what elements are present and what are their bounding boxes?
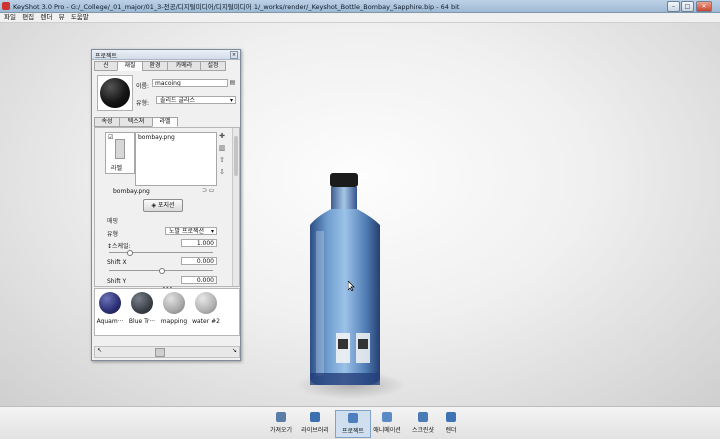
animation-icon [382, 412, 392, 422]
material-name-field[interactable]: macoing [152, 79, 228, 87]
project-button[interactable]: 프로젝트 [335, 410, 371, 438]
animation-label: 애니메이션 [373, 427, 401, 434]
menu-render[interactable]: 렌더 [40, 13, 52, 22]
move-down-icon[interactable]: ⇩ [218, 168, 226, 176]
bottom-toolbar: 가져오기 라이브러리 프로젝트 애니메이션 스크린샷 렌더 [0, 406, 720, 439]
save-material-icon[interactable]: ▤ [229, 79, 236, 86]
material-preview-sphere [100, 78, 130, 108]
menu-edit[interactable]: 편집 [22, 13, 34, 22]
menu-help[interactable]: 도움말 [71, 13, 89, 22]
delete-label-icon[interactable]: ▥ [218, 144, 226, 152]
menu-view[interactable]: 뷰 [59, 13, 65, 22]
maximize-button[interactable]: □ [681, 1, 694, 12]
shift-y-label: Shift Y [107, 278, 127, 285]
close-button[interactable]: ✕ [696, 1, 712, 12]
swatch-label: water #2 [192, 318, 220, 325]
labels-scrollbar[interactable] [232, 128, 239, 286]
material-subtabs: 속성 텍스쳐 라벨 [94, 117, 238, 127]
minimize-button[interactable]: – [667, 1, 680, 12]
tab-textures[interactable]: 텍스쳐 [119, 117, 153, 127]
swatch-aquamarine[interactable] [99, 292, 121, 314]
mapping-header: 매핑 [107, 218, 119, 225]
project-label: 프로젝트 [341, 428, 365, 435]
panel-close-icon[interactable]: × [230, 51, 238, 59]
zoom-in-icon[interactable]: ↘ [232, 347, 237, 354]
label-list[interactable]: bombay.png [135, 132, 217, 186]
position-label: 포지션 [157, 202, 175, 209]
swatch-water[interactable] [195, 292, 217, 314]
chevron-down-icon: ▾ [229, 97, 233, 104]
label-box-caption: 라벨 [111, 165, 123, 172]
thumbnail-size-slider[interactable]: ↖ ↘ [94, 346, 240, 358]
tab-scene[interactable]: 신 [94, 61, 118, 71]
library-button[interactable]: 라이브러리 [298, 410, 332, 436]
menu-bar: 파일 편집 렌더 뷰 도움말 [0, 13, 720, 23]
scrollbar-thumb[interactable] [234, 136, 238, 176]
mapping-type-value: 노말 프로젝션 [169, 228, 205, 235]
mapping-type-label: 유형 [107, 231, 119, 238]
list-item[interactable]: bombay.png [138, 134, 175, 141]
tab-labels[interactable]: 라벨 [152, 117, 178, 127]
window-title: KeyShot 3.0 Pro - G:/_College/_01_major/… [13, 3, 460, 11]
tab-settings[interactable]: 설정 [200, 61, 226, 71]
panel-title: 프로젝트 [95, 53, 118, 60]
scale-slider-track[interactable] [109, 252, 213, 253]
bottle-render [296, 173, 406, 399]
swatch-label: mapping [160, 318, 188, 325]
tab-environment[interactable]: 환경 [142, 61, 168, 71]
label-thumbnail[interactable]: ☑ 라벨 [105, 132, 135, 174]
tab-properties[interactable]: 속성 [94, 117, 120, 127]
shift-y-field[interactable]: 0.000 [181, 276, 217, 284]
library-icon [310, 412, 320, 422]
title-bar: KeyShot 3.0 Pro - G:/_College/_01_major/… [0, 0, 720, 13]
shift-x-field[interactable]: 0.000 [181, 257, 217, 265]
render-label: 렌더 [445, 427, 457, 434]
tab-material[interactable]: 재질 [117, 61, 143, 71]
swatch-label: Aquam··· [96, 318, 124, 325]
import-icon [276, 412, 286, 422]
label-preview-icon [115, 139, 125, 159]
scale-field[interactable]: 1.000 [181, 239, 217, 247]
name-label: 이름: [136, 83, 150, 90]
label-file-name: bombay.png [113, 188, 150, 195]
scale-label: ↕스케일: [107, 243, 131, 250]
scale-slider-knob[interactable] [127, 250, 133, 256]
import-label: 가져오기 [269, 427, 293, 434]
move-up-icon[interactable]: ⇧ [218, 156, 226, 164]
project-panel[interactable]: 프로젝트 × 신 재질 환경 카메라 설정 이름: macoing ▤ 유형: … [91, 49, 241, 361]
zoom-out-icon[interactable]: ↖ [97, 347, 102, 354]
link-icon[interactable]: ⊃ [201, 187, 208, 194]
position-button[interactable]: ◈ 포지션 [143, 199, 183, 212]
type-label: 유형: [136, 100, 150, 107]
mouse-cursor-icon [348, 281, 355, 291]
add-label-icon[interactable]: ✚ [218, 132, 226, 140]
render-icon [446, 412, 456, 422]
material-type-value: 솔리드 글라스 [160, 97, 196, 104]
shift-x-slider-knob[interactable] [159, 268, 165, 274]
screenshot-icon [418, 412, 428, 422]
material-type-select[interactable]: 솔리드 글라스 ▾ [156, 96, 236, 104]
swatch-mapping[interactable] [163, 292, 185, 314]
import-button[interactable]: 가져오기 [264, 410, 298, 436]
tab-camera[interactable]: 카메라 [167, 61, 201, 71]
swatch-blue-translucent[interactable] [131, 292, 153, 314]
shift-x-label: Shift X [107, 259, 127, 266]
app-icon [2, 2, 10, 10]
chevron-down-icon: ▾ [210, 228, 214, 235]
mapping-type-select[interactable]: 노말 프로젝션 ▾ [165, 227, 217, 235]
swatch-label: Blue Tr··· [128, 318, 156, 325]
labels-scroll-area[interactable]: ☑ 라벨 bombay.png ✚ ▥ ⇧ ⇩ bombay.png ⊃ ▭ ◈… [94, 127, 240, 287]
render-button[interactable]: 렌더 [434, 410, 468, 436]
panel-tabs: 신 재질 환경 카메라 설정 [94, 61, 238, 71]
material-swatches: Aquam··· Blue Tr··· mapping water #2 [94, 288, 240, 336]
menu-file[interactable]: 파일 [4, 13, 16, 22]
project-icon [348, 413, 358, 423]
animation-button[interactable]: 애니메이션 [370, 410, 404, 436]
panel-titlebar[interactable]: 프로젝트 × [92, 50, 240, 60]
folder-icon[interactable]: ▭ [208, 187, 215, 194]
label-checkbox[interactable]: ☑ [108, 134, 113, 141]
thumbnail-size-knob[interactable] [155, 348, 165, 357]
material-preview [97, 75, 133, 111]
library-label: 라이브러리 [301, 427, 329, 434]
